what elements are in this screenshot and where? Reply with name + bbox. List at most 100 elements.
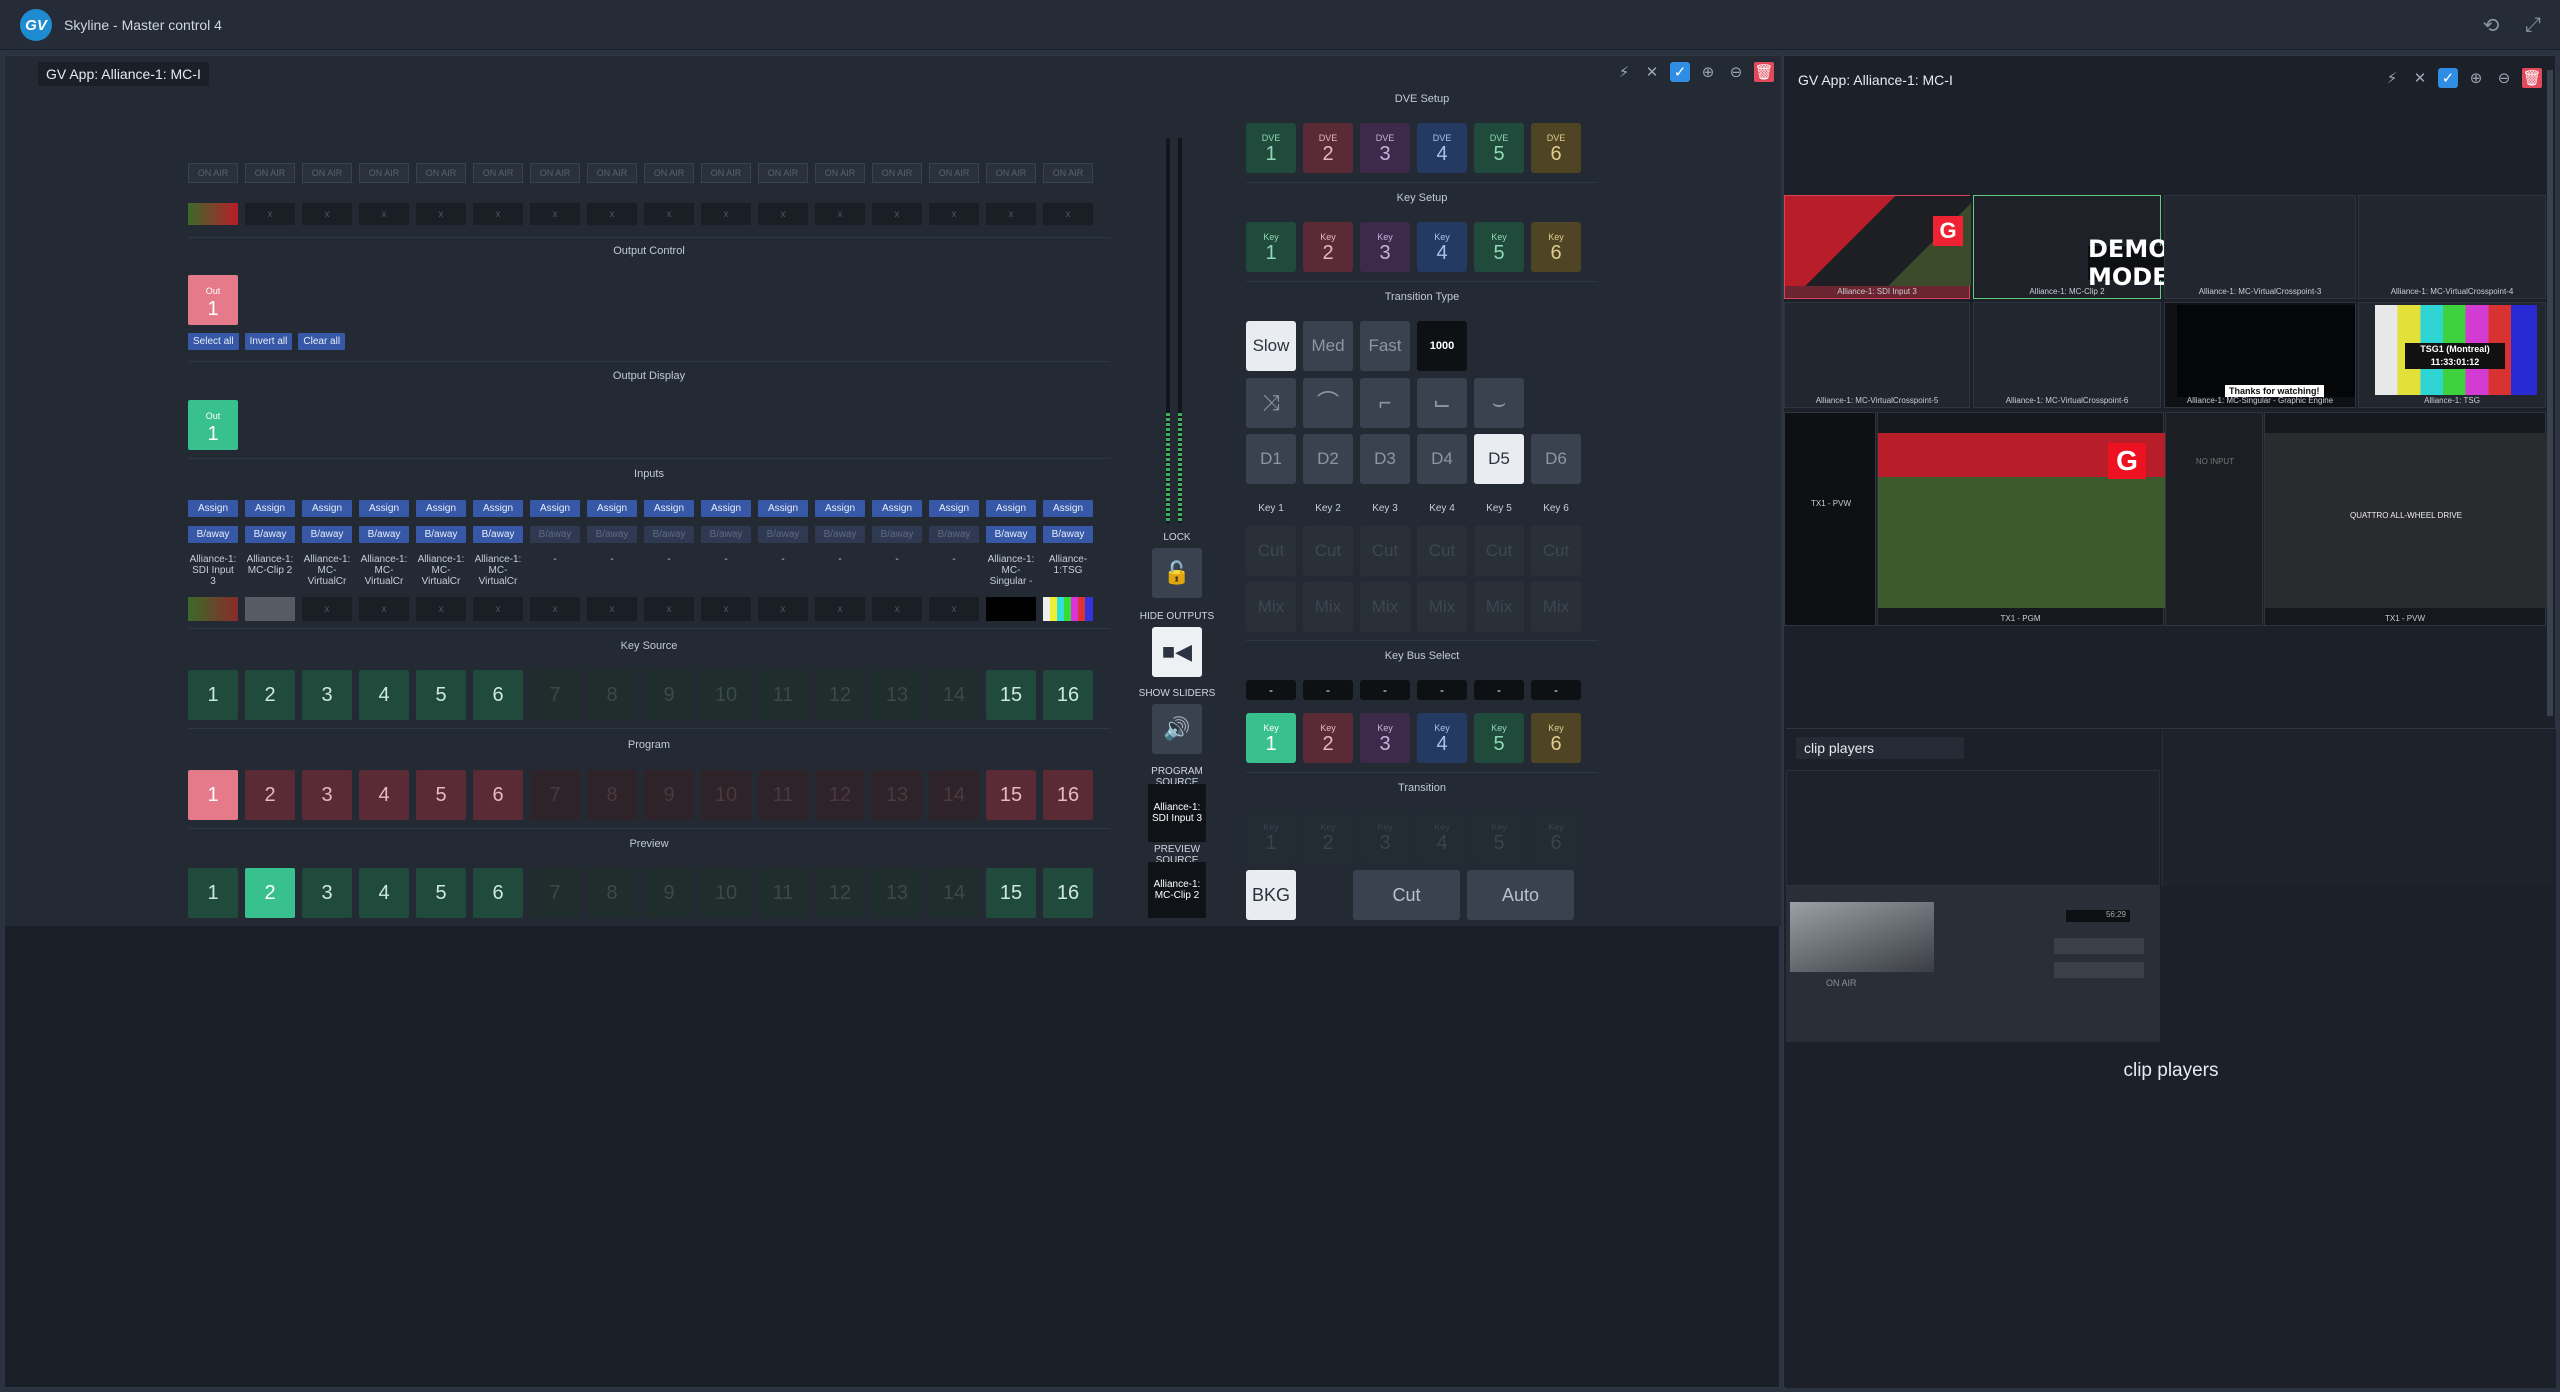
pvw-button-10[interactable]: 10 bbox=[701, 868, 751, 918]
ksetRow-4[interactable]: Key 4 bbox=[1417, 222, 1467, 272]
pvw-button-12[interactable]: 12 bbox=[815, 868, 865, 918]
ks-button-4[interactable]: 4 bbox=[359, 670, 409, 720]
mv-tile-7[interactable]: Thanks for watching! Alliance-1: MC-Sing… bbox=[2164, 302, 2356, 408]
kbsRow-6[interactable]: Key 6 bbox=[1531, 713, 1581, 763]
baway-button[interactable]: B/away bbox=[929, 526, 979, 543]
trRow-1[interactable]: Key 1 bbox=[1246, 812, 1296, 862]
zoom-in-icon[interactable]: ⊕ bbox=[1698, 62, 1718, 82]
kbsRow-4[interactable]: Key 4 bbox=[1417, 713, 1467, 763]
assign-button[interactable]: Assign bbox=[245, 500, 295, 517]
check-icon[interactable]: ✓ bbox=[1670, 62, 1690, 82]
check-icon[interactable]: ✓ bbox=[2438, 68, 2458, 88]
assign-button[interactable]: Assign bbox=[929, 500, 979, 517]
assign-button[interactable]: Assign bbox=[359, 500, 409, 517]
clear-all-button[interactable]: Clear all bbox=[298, 333, 346, 350]
pgm-button-3[interactable]: 3 bbox=[302, 770, 352, 820]
baway-button[interactable]: B/away bbox=[644, 526, 694, 543]
flash-icon[interactable]: ⚡ bbox=[2382, 68, 2402, 88]
ksetRow-1[interactable]: Key 1 bbox=[1246, 222, 1296, 272]
mv-tile-1[interactable]: G Alliance-1: SDI Input 3 bbox=[1784, 195, 1971, 299]
select-all-button[interactable]: Select all bbox=[188, 333, 239, 350]
ks-button-2[interactable]: 2 bbox=[245, 670, 295, 720]
zoom-out-icon[interactable]: ⊖ bbox=[1726, 62, 1746, 82]
assign-button[interactable]: Assign bbox=[302, 500, 352, 517]
trRow-5[interactable]: Key 5 bbox=[1474, 812, 1524, 862]
ksetRow-3[interactable]: Key 3 bbox=[1360, 222, 1410, 272]
key-cut-button[interactable]: Cut bbox=[1303, 526, 1353, 576]
dve-d6[interactable]: D6 bbox=[1531, 434, 1581, 484]
assign-button[interactable]: Assign bbox=[587, 500, 637, 517]
kbsRow-5[interactable]: Key 5 bbox=[1474, 713, 1524, 763]
tools-icon[interactable]: ✕ bbox=[2410, 68, 2430, 88]
tools-icon[interactable]: ✕ bbox=[1642, 62, 1662, 82]
pvw-button-6[interactable]: 6 bbox=[473, 868, 523, 918]
dveRow-6[interactable]: DVE 6 bbox=[1531, 123, 1581, 173]
assign-button[interactable]: Assign bbox=[986, 500, 1036, 517]
assign-button[interactable]: Assign bbox=[644, 500, 694, 517]
kbsRow-2[interactable]: Key 2 bbox=[1303, 713, 1353, 763]
key-mix-button[interactable]: Mix bbox=[1246, 582, 1296, 632]
invert-all-button[interactable]: Invert all bbox=[244, 333, 293, 350]
assign-button[interactable]: Assign bbox=[758, 500, 808, 517]
pgm-button-8[interactable]: 8 bbox=[587, 770, 637, 820]
pvw-button-3[interactable]: 3 bbox=[302, 868, 352, 918]
ks-button-15[interactable]: 15 bbox=[986, 670, 1036, 720]
clip-players-title[interactable]: clip players bbox=[1796, 737, 1964, 759]
speed-fast[interactable]: Fast bbox=[1360, 321, 1410, 371]
curve-4-icon[interactable]: ⌙ bbox=[1417, 378, 1467, 428]
assign-button[interactable]: Assign bbox=[416, 500, 466, 517]
assign-button[interactable]: Assign bbox=[530, 500, 580, 517]
pvw-button-11[interactable]: 11 bbox=[758, 868, 808, 918]
trRow-4[interactable]: Key 4 bbox=[1417, 812, 1467, 862]
ks-button-16[interactable]: 16 bbox=[1043, 670, 1093, 720]
key-mix-button[interactable]: Mix bbox=[1474, 582, 1524, 632]
trash-icon[interactable]: 🗑 bbox=[1754, 62, 1774, 82]
ks-button-6[interactable]: 6 bbox=[473, 670, 523, 720]
output-display-out-1[interactable]: Out 1 bbox=[188, 400, 238, 450]
clip-player-thumbnail[interactable]: ON AIR 56:29 bbox=[1786, 886, 2160, 1042]
dve-d3[interactable]: D3 bbox=[1360, 434, 1410, 484]
refresh-icon[interactable]: ⟲ bbox=[2478, 12, 2504, 38]
pvw-button-8[interactable]: 8 bbox=[587, 868, 637, 918]
baway-button[interactable]: B/away bbox=[758, 526, 808, 543]
dve-d1[interactable]: D1 bbox=[1246, 434, 1296, 484]
zoom-out-icon[interactable]: ⊖ bbox=[2494, 68, 2514, 88]
ks-button-3[interactable]: 3 bbox=[302, 670, 352, 720]
ks-button-14[interactable]: 14 bbox=[929, 670, 979, 720]
pvw-button-5[interactable]: 5 bbox=[416, 868, 466, 918]
mv-tile-pvw[interactable]: QUATTRO ALL-WHEEL DRIVE TX1 - PVW bbox=[2264, 412, 2547, 626]
ksetRow-5[interactable]: Key 5 bbox=[1474, 222, 1524, 272]
mv-tile-8[interactable]: TSG1 (Montreal) 11:33:01:12 Alliance-1: T… bbox=[2358, 302, 2546, 408]
dve-d5[interactable]: D5 bbox=[1474, 434, 1524, 484]
multiviewer-scrollbar[interactable] bbox=[2547, 70, 2553, 716]
baway-button[interactable]: B/away bbox=[530, 526, 580, 543]
pgm-button-7[interactable]: 7 bbox=[530, 770, 580, 820]
assign-button[interactable]: Assign bbox=[1043, 500, 1093, 517]
mv-tile-4[interactable]: Alliance-1: MC-VirtualCrosspoint-4 bbox=[2358, 195, 2546, 299]
pgm-button-2[interactable]: 2 bbox=[245, 770, 295, 820]
key-cut-button[interactable]: Cut bbox=[1246, 526, 1296, 576]
lock-button[interactable]: 🔓 bbox=[1152, 548, 1202, 598]
dveRow-2[interactable]: DVE 2 bbox=[1303, 123, 1353, 173]
curve-5-icon[interactable]: ⌣ bbox=[1474, 378, 1524, 428]
key-mix-button[interactable]: Mix bbox=[1360, 582, 1410, 632]
trRow-2[interactable]: Key 2 bbox=[1303, 812, 1353, 862]
pvw-button-15[interactable]: 15 bbox=[986, 868, 1036, 918]
assign-button[interactable]: Assign bbox=[701, 500, 751, 517]
ksetRow-2[interactable]: Key 2 bbox=[1303, 222, 1353, 272]
ks-button-11[interactable]: 11 bbox=[758, 670, 808, 720]
pvw-button-4[interactable]: 4 bbox=[359, 868, 409, 918]
baway-button[interactable]: B/away bbox=[245, 526, 295, 543]
pgm-button-6[interactable]: 6 bbox=[473, 770, 523, 820]
dveRow-1[interactable]: DVE 1 bbox=[1246, 123, 1296, 173]
hide-outputs-button[interactable]: ■◀ bbox=[1152, 627, 1202, 677]
key-cut-button[interactable]: Cut bbox=[1531, 526, 1581, 576]
pvw-button-2[interactable]: 2 bbox=[245, 868, 295, 918]
trRow-3[interactable]: Key 3 bbox=[1360, 812, 1410, 862]
pvw-button-9[interactable]: 9 bbox=[644, 868, 694, 918]
mv-tile-small-pvw[interactable]: TX1 - PVW bbox=[1784, 412, 1876, 626]
assign-button[interactable]: Assign bbox=[872, 500, 922, 517]
baway-button[interactable]: B/away bbox=[1043, 526, 1093, 543]
key-mix-button[interactable]: Mix bbox=[1303, 582, 1353, 632]
baway-button[interactable]: B/away bbox=[416, 526, 466, 543]
